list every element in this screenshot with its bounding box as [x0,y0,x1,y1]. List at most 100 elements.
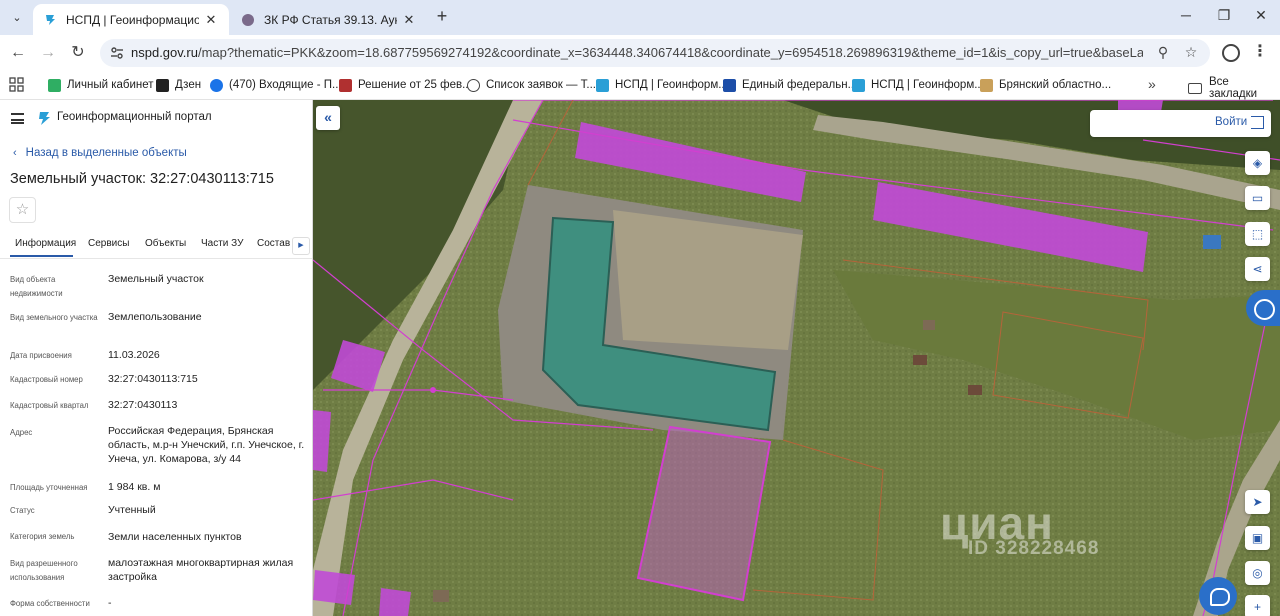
prop-value: малоэтажная многоквартирная жилая застро… [108,557,294,583]
mail-favicon [210,78,223,92]
house-blue-roof [1203,235,1221,249]
address-bar[interactable]: nspd.gov.ru/map?thematic=PKK&zoom=18.687… [100,39,1210,67]
favorite-star-button[interactable]: ☆ [9,197,36,223]
prop-label: Дата присвоения [10,351,72,360]
collapse-panel-button[interactable]: « [316,106,340,130]
back-to-selected-link[interactable]: ‹ Назад в выделенные объекты [13,147,187,159]
site-info-icon[interactable] [110,46,124,60]
close-tab-icon[interactable]: ✕ [203,12,219,28]
menu-icon[interactable] [11,113,24,124]
active-tab-indicator [10,255,73,257]
portal-name: Геоинформационный портал [57,111,212,123]
zoom-icon[interactable]: ⚲ [1154,44,1172,62]
maximize-icon[interactable]: ❐ [1214,7,1234,27]
url-host: nspd.gov.ru [131,45,198,60]
torgi-favicon [467,78,480,92]
boundary-point [430,387,436,393]
browser-tab-inactive[interactable]: ЗК РФ Статья 39.13. Аукцион п ✕ [231,4,427,35]
layers-icon[interactable]: ◈ [1245,151,1270,175]
prop-value: 32:27:0430113:715 [108,373,198,385]
reload-icon[interactable]: ↻ [68,43,88,63]
back-arrow-icon[interactable]: ← [8,43,28,63]
bookmark-item[interactable]: Список заявок — Т... [467,76,596,94]
login-label: Войти [1215,116,1248,128]
nspd-favicon [46,14,55,25]
window-close-icon[interactable]: ✕ [1251,7,1271,27]
bookmark-item[interactable]: Брянский областно... [980,76,1111,94]
prop-value: 1 984 кв. м [108,481,161,493]
tab-search-dropdown-icon[interactable]: ⌄ [6,7,28,27]
prop-label: Вид объекта недвижимости [10,275,63,298]
consultant-favicon [242,13,254,26]
portal-logo-icon [39,112,50,125]
house [913,355,927,365]
login-button[interactable]: Войти [1090,110,1271,137]
tab-objects[interactable]: Объекты [145,238,186,249]
bookmark-item[interactable]: Дзен [156,76,201,94]
prop-label: Адрес [10,428,33,437]
tabs-scroll-right-button[interactable]: ▶ [292,237,310,255]
my-location-icon[interactable]: ➤ [1245,490,1270,514]
browser-menu-icon[interactable]: ⋮ [1252,42,1268,62]
browser-tab-active[interactable]: НСПД | Геоинформационный ✕ [33,4,229,35]
nspd-favicon [596,78,609,92]
fedresurs-favicon [723,78,736,92]
forward-arrow-icon[interactable]: → [38,43,58,63]
gosuslugi-favicon [48,78,61,92]
prop-label: Вид разрешенного использования [10,559,78,582]
bookmark-item[interactable]: Единый федеральн... [723,76,857,94]
minimize-icon[interactable]: ─ [1176,7,1196,27]
url-text[interactable]: nspd.gov.ru/map?thematic=PKK&zoom=18.687… [131,45,1143,60]
building-highlight [379,588,411,616]
house [968,385,982,395]
tab-parts[interactable]: Части ЗУ [201,238,243,249]
nspd-favicon [852,78,865,92]
satellite-map [313,100,1280,616]
dzen-favicon [156,78,169,92]
prop-value: Учтенный [108,504,156,516]
tab-services[interactable]: Сервисы [88,238,129,249]
login-icon [1251,116,1264,129]
prop-value: Земельный участок [108,273,204,285]
bookmarks-bar: Личный кабинет Дзен (470) Входящие - П..… [0,71,1280,100]
zoom-in-icon[interactable]: + [1245,595,1270,616]
object-info-panel: Геоинформационный портал ‹ Назад в выделе… [0,100,313,616]
bookmarks-overflow-icon[interactable]: » [1148,76,1156,92]
all-bookmarks-button[interactable]: Все закладки [1188,76,1280,100]
prop-label: Категория земель [10,532,75,541]
profile-icon[interactable] [1222,44,1240,62]
prop-label: Кадастровый квартал [10,401,89,410]
browser-toolbar: ← → ↻ nspd.gov.ru/map?thematic=PKK&zoom=… [0,35,1280,71]
chat-bubble-icon[interactable] [1199,577,1237,615]
bookmark-star-icon[interactable]: ☆ [1182,44,1200,62]
bookmark-item[interactable]: Решение от 25 фев... [339,76,472,94]
prop-label: Форма собственности [10,599,90,608]
tab-title: НСПД | Геоинформационный [66,12,199,27]
prop-value: Российская Федерация, Брянская область, … [108,425,305,465]
map-canvas[interactable] [313,100,1280,616]
url-path: /map?thematic=PKK&zoom=18.68775956927419… [197,45,1143,60]
bookmark-item[interactable]: Личный кабинет [48,76,154,94]
select-area-icon[interactable]: ⬚ [1245,222,1270,246]
prop-label: Вид земельного участка [10,313,98,322]
bryansk-court-favicon [980,78,993,92]
share-icon[interactable]: ⋖ [1245,257,1270,281]
prop-value: - [108,597,112,609]
tab-information[interactable]: Информация [15,238,76,249]
geolocation-icon[interactable]: ◎ [1245,561,1270,585]
support-chat-tab[interactable] [1246,290,1280,326]
apps-grid-icon[interactable] [9,77,25,93]
bookmark-item[interactable]: НСПД | Геоинформ... [852,76,984,94]
ruler-icon[interactable]: ▭ [1245,186,1270,210]
bookmark-item[interactable]: НСПД | Геоинформ... [596,76,728,94]
watermark-id: ID 328228468 [968,538,1100,559]
prop-value: 32:27:0430113 [108,399,178,411]
prop-label: Площадь уточненная [10,483,88,492]
close-tab-icon[interactable]: ✕ [401,12,417,28]
new-tab-button[interactable]: + [432,7,452,27]
prop-value: Земли населенных пунктов [108,531,242,543]
chevron-left-icon: ‹ [13,147,17,159]
tab-composition[interactable]: Состав [257,238,290,249]
bookmark-item[interactable]: (470) Входящие - П... [210,76,342,94]
print-icon[interactable]: ▣ [1245,526,1270,550]
